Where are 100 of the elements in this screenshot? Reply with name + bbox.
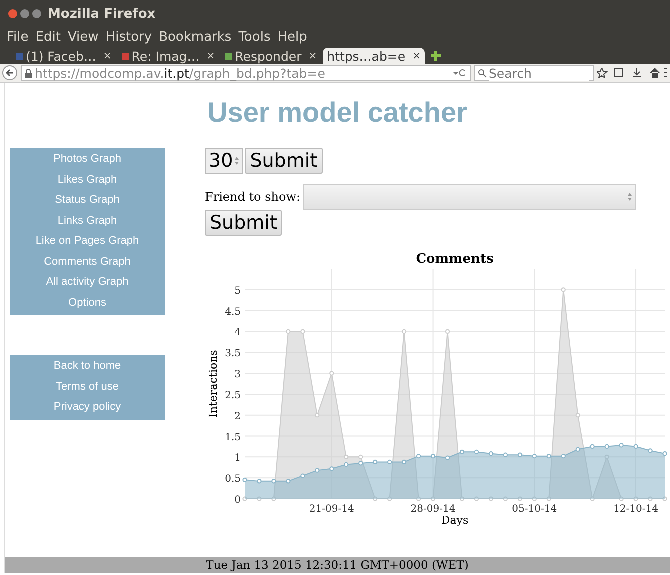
point <box>257 496 262 502</box>
submit-button[interactable]: Submit <box>205 210 282 236</box>
menu-item[interactable]: Tools <box>238 30 271 44</box>
point <box>445 456 450 460</box>
x-tick-label: 12-10-14 <box>614 504 658 515</box>
point <box>532 496 537 502</box>
point <box>315 468 320 473</box>
tab-close[interactable]: × <box>103 50 112 62</box>
point <box>546 454 552 459</box>
search-field[interactable]: Search <box>474 65 594 81</box>
y-tick-label: 1 <box>234 453 241 464</box>
point <box>662 452 668 456</box>
point <box>445 329 450 334</box>
point <box>257 479 262 484</box>
point <box>503 496 508 502</box>
tab-close[interactable]: × <box>206 50 216 62</box>
friend-label: Friend to show: <box>205 190 301 204</box>
menu-item[interactable]: Help <box>278 30 308 44</box>
point <box>300 474 306 478</box>
point <box>430 496 436 502</box>
tab-title: Responder <box>235 48 302 64</box>
point <box>416 496 422 502</box>
y-tick-label: 2 <box>234 411 241 422</box>
point <box>272 479 276 484</box>
point <box>330 371 334 376</box>
x-tick-label: 21-09-14 <box>309 504 354 515</box>
menu-item[interactable]: Bookmarks <box>159 30 232 44</box>
tab-title: Re: Imag… <box>132 48 200 64</box>
point <box>474 496 480 502</box>
spinner-icon[interactable] <box>235 157 240 165</box>
point <box>576 447 580 452</box>
menu-item[interactable]: File <box>7 30 29 44</box>
browser-tab[interactable]: Re: Imag… × <box>118 48 220 64</box>
browser-tab[interactable]: Responder × <box>221 48 322 64</box>
point <box>344 462 349 468</box>
y-tick-label: 3 <box>234 370 241 381</box>
point <box>344 454 349 460</box>
point <box>286 329 291 334</box>
point <box>430 454 436 459</box>
back-icon[interactable] <box>2 65 18 81</box>
point <box>634 444 638 450</box>
point <box>590 496 595 502</box>
y-tick-label: 4.5 <box>225 306 241 318</box>
point <box>460 496 465 502</box>
window-controls-icon[interactable] <box>8 9 42 19</box>
point <box>474 450 480 454</box>
point <box>402 329 407 334</box>
y-tick-label: 0 <box>234 495 241 506</box>
menu-item[interactable]: View <box>68 30 99 44</box>
point <box>518 452 522 458</box>
point <box>388 496 392 502</box>
tab-close[interactable]: × <box>412 50 421 62</box>
point <box>242 496 248 502</box>
browser-tab[interactable]: https…ab=e × <box>323 48 425 64</box>
point <box>460 450 465 454</box>
x-tick-label: 05-10-14 <box>512 504 558 515</box>
y-tick-label: 1.5 <box>225 432 241 444</box>
point <box>358 454 364 460</box>
footer-bar: Tue Jan 13 2015 12:30:11 GMT+0000 (WET) <box>5 557 670 573</box>
point <box>373 496 378 502</box>
tab-title: (1) Faceb… <box>26 48 96 64</box>
point <box>518 496 522 502</box>
point <box>619 443 624 448</box>
plus-icon[interactable] <box>430 51 441 61</box>
y-tick-label: 0.5 <box>225 474 241 486</box>
search-icon <box>478 68 487 78</box>
address-field[interactable]: https://modcomp.av.it.pt/graph_bd.php?tab=e <box>21 65 471 81</box>
point <box>402 460 407 464</box>
point <box>488 452 494 456</box>
menu-item[interactable]: Edit <box>36 30 61 44</box>
window-title: Mozilla Firefox <box>48 6 156 22</box>
point <box>648 448 653 454</box>
browser-tab[interactable]: (1) Faceb… × <box>12 48 116 64</box>
toolbar-icons-drawing[interactable] <box>597 68 667 78</box>
point <box>561 288 566 292</box>
x-tick-label: 28-09-14 <box>410 504 456 515</box>
point <box>619 496 624 502</box>
days-field[interactable]: 30 <box>205 148 244 174</box>
point <box>532 454 537 459</box>
point <box>648 496 653 502</box>
point <box>272 496 276 502</box>
point <box>488 496 494 502</box>
point <box>503 452 508 458</box>
point <box>242 478 248 482</box>
point <box>315 413 320 418</box>
y-tick-label: 3.5 <box>225 348 241 360</box>
tab-title: https…ab=e <box>327 48 406 64</box>
point <box>576 413 580 418</box>
menu-item[interactable]: History <box>106 30 152 44</box>
y-tick-label: 4 <box>234 328 241 339</box>
tab-close[interactable]: × <box>308 50 318 62</box>
chart-title: Comments <box>416 252 494 267</box>
point <box>416 454 422 459</box>
point <box>546 496 552 502</box>
y-tick-label: 2.5 <box>225 390 241 402</box>
submit-button[interactable]: Submit <box>245 148 323 174</box>
point <box>662 496 668 502</box>
point <box>373 460 378 464</box>
reload-icon[interactable] <box>453 69 467 77</box>
spinner-icon <box>628 193 632 201</box>
